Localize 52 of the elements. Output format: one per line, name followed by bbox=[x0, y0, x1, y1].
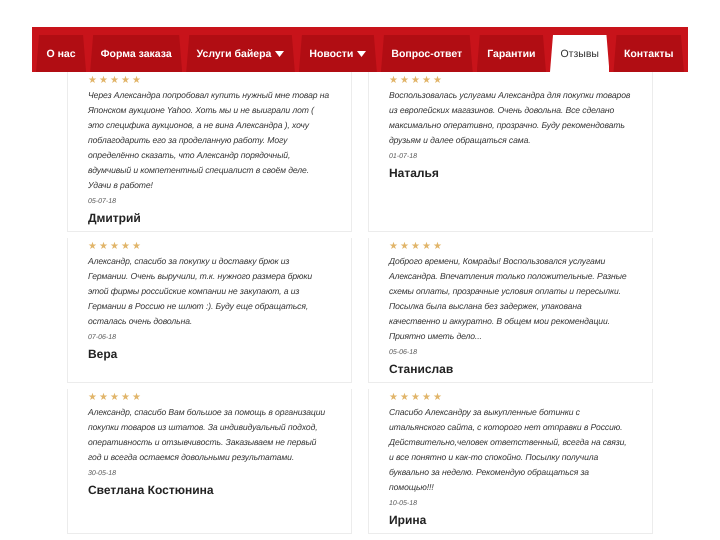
review-author: Ирина bbox=[389, 513, 428, 527]
star-icon: ★ bbox=[433, 241, 442, 253]
star-icon: ★ bbox=[389, 75, 398, 87]
star-icon: ★ bbox=[400, 392, 409, 404]
star-icon: ★ bbox=[121, 75, 130, 87]
star-icon: ★ bbox=[110, 392, 119, 404]
star-icon: ★ bbox=[99, 241, 108, 253]
review-author: Вера bbox=[88, 347, 118, 361]
star-icon: ★ bbox=[411, 75, 420, 87]
star-icon: ★ bbox=[121, 392, 130, 404]
nav-tab[interactable]: Услуги байера bbox=[186, 35, 295, 72]
nav-tab[interactable]: О нас bbox=[36, 35, 86, 72]
star-icon: ★ bbox=[389, 241, 398, 253]
star-icon: ★ bbox=[422, 241, 431, 253]
star-icon: ★ bbox=[400, 75, 409, 87]
star-icon: ★ bbox=[411, 392, 420, 404]
nav-tab[interactable]: Гарантии bbox=[476, 35, 546, 72]
nav-tab[interactable]: Новости bbox=[298, 35, 377, 72]
star-icon: ★ bbox=[99, 75, 108, 87]
caret-icon bbox=[357, 50, 366, 56]
star-icon: ★ bbox=[411, 241, 420, 253]
star-icon: ★ bbox=[110, 241, 119, 253]
star-icon: ★ bbox=[110, 75, 119, 87]
star-icon: ★ bbox=[132, 241, 141, 253]
nav-tab[interactable]: Контакты bbox=[613, 35, 684, 72]
star-icon: ★ bbox=[433, 75, 442, 87]
nav-tab[interactable]: Вопрос-ответ bbox=[380, 35, 473, 72]
star-icon: ★ bbox=[88, 75, 97, 87]
star-icon: ★ bbox=[132, 75, 141, 87]
star-icon: ★ bbox=[389, 392, 398, 404]
nav-tab[interactable]: Отзывы bbox=[550, 35, 610, 72]
caret-icon bbox=[275, 50, 284, 56]
review-text: Спасибо Александру за выкупленные ботинки с итальянского сайта, с которого нет отправки в Россию. Действительно,человек ответственный, всегда на связи, и все понятно и как-то спокойно. Посылку получила буквально за неделю. Рекомендую обращаться за помощью!!! bbox=[389, 406, 628, 494]
review-text: Александр, спасибо Вам большое за помощь в организации покупки товаров из штатов. За индивидуальный подход, оперативность и отзывчивость. Заказываем не первый год и всегда остаемся довольными результатами. bbox=[88, 406, 326, 464]
star-icon: ★ bbox=[88, 241, 97, 253]
review-text: Воспользовалась услугами Александра для покупки товаров из европейских магазинов. Очень довольна. Все сделано максимально оперативно, прозрачно. Буду рекомендовать друзьям и далее обращаться сама. bbox=[389, 89, 632, 147]
nav-tab[interactable]: Форма заказа bbox=[90, 35, 182, 72]
star-icon: ★ bbox=[422, 392, 431, 404]
star-icon: ★ bbox=[132, 392, 141, 404]
star-icon: ★ bbox=[121, 241, 130, 253]
review-author: Дмитрий bbox=[88, 211, 142, 225]
star-icon: ★ bbox=[400, 241, 409, 253]
star-icon: ★ bbox=[99, 392, 108, 404]
review-author: Наталья bbox=[389, 166, 440, 180]
review-text: Доброго времени, Комрады! Воспользовался услугами Александра. Впечатления только положительные. Разные схемы оплаты, прозрачные условия оплаты и пересылки. Посылка была выслана без задержек, упакована качественно и аккуратно. В общем мои рекомендации. Приятно иметь дело... bbox=[389, 255, 628, 343]
review-author: Станислав bbox=[389, 362, 454, 376]
star-icon: ★ bbox=[433, 392, 442, 404]
star-icon: ★ bbox=[88, 392, 97, 404]
review-text: Через Александра попробовал купить нужный мне товар на Японском аукционе Yahoo. Хоть мы и не выиграли лот ( это специфика аукционов, а не вина Александра ), хочу поблагодарить его за проделанную работу. Могу определённо сказать, что Александр порядочный, вдумчивый и компетентный специалист в своём деле. Удачи в работе! bbox=[88, 89, 330, 192]
review-text: Александр, спасибо за покупку и доставку брюк из Германии. Очень выручили, т.к. нужного размера брюки этой фирмы российские компании не закупают, а из Германии в Россию не шлют :). Буду еще обращаться, осталась очень довольна. bbox=[88, 255, 314, 328]
star-icon: ★ bbox=[422, 75, 431, 87]
review-author: Светлана Костюнина bbox=[88, 483, 215, 497]
